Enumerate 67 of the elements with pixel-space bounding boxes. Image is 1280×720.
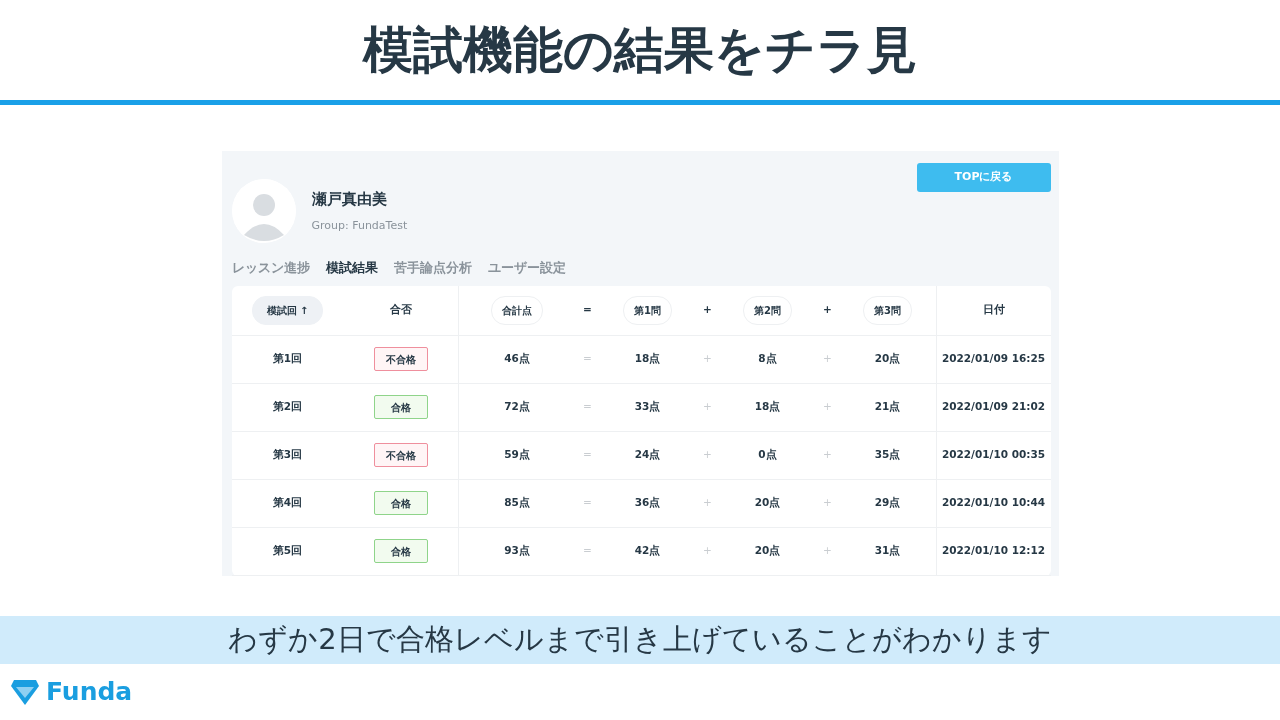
brand-name: Funda: [46, 676, 133, 709]
table-cell-text: 31点: [874, 543, 901, 559]
operator-sign: +: [823, 351, 832, 367]
operator-sign: =: [583, 351, 592, 367]
operator-sign: =: [583, 495, 592, 511]
operator-sign: +: [703, 399, 712, 415]
table-cell-text: 21点: [874, 399, 901, 415]
table-cell-text: 第1回: [272, 351, 303, 367]
table-cell-text: 85点: [504, 495, 530, 511]
table-cell-text: 20点: [874, 351, 901, 367]
diamond-logo-icon: [10, 678, 40, 706]
column-header: 合否: [389, 302, 412, 318]
sort-header[interactable]: 第2問: [743, 295, 792, 325]
sort-header[interactable]: 模試回 ↑: [251, 295, 324, 325]
table-cell-text: 59点: [504, 447, 530, 463]
table-cell-text: 46点: [504, 351, 530, 367]
table-cell-text: 2022/01/10 00:35: [941, 447, 1046, 463]
table-cell-text: 0点: [758, 447, 777, 463]
operator-sign: +: [703, 495, 712, 511]
operator-sign: +: [823, 399, 832, 415]
tab[interactable]: 模試結果: [325, 259, 378, 278]
column-header: 日付: [982, 302, 1005, 318]
result-tag: 合格: [373, 539, 428, 564]
sort-header[interactable]: 第3問: [863, 295, 912, 325]
table-cell-text: 24点: [634, 447, 661, 463]
result-tag: 不合格: [373, 347, 428, 372]
operator-sign: +: [823, 495, 832, 511]
sort-header[interactable]: 第1問: [623, 295, 672, 325]
operator-sign: +: [703, 543, 712, 559]
operator-sign: +: [823, 447, 832, 463]
table-cell-text: 20点: [754, 495, 781, 511]
operator-sign: =: [583, 399, 592, 415]
table-cell-text: 42点: [634, 543, 661, 559]
group-label: Group: FundaTest: [311, 218, 408, 234]
caption: わずか2日で合格レベルまで引き上げていることがわかります: [0, 616, 1280, 664]
table-cell-text: 第2回: [272, 399, 303, 415]
table-cell-text: 35点: [874, 447, 901, 463]
operator-sign: =: [583, 543, 592, 559]
table-cell-text: 20点: [754, 543, 781, 559]
table-cell-text: 2022/01/10 12:12: [941, 543, 1046, 559]
table-cell-text: 第4回: [272, 495, 303, 511]
result-tag: 不合格: [373, 443, 428, 468]
operator-header: +: [823, 302, 832, 318]
operator-header: +: [703, 302, 712, 318]
result-tag: 合格: [373, 395, 428, 420]
operator-sign: =: [583, 447, 592, 463]
operator-header: =: [583, 302, 592, 318]
sort-header[interactable]: 合計点: [491, 295, 543, 325]
table-cell-text: 第5回: [272, 543, 303, 559]
table-cell-text: 72点: [504, 399, 530, 415]
table-cell-text: 2022/01/09 21:02: [941, 399, 1046, 415]
table-cell-text: 18点: [634, 351, 661, 367]
table-cell-text: 第3回: [272, 447, 303, 463]
table-cell-text: 93点: [504, 543, 530, 559]
user-name: 瀬戸真由美: [311, 188, 388, 210]
table-cell-text: 2022/01/10 10:44: [941, 495, 1046, 511]
table-cell-text: 18点: [754, 399, 781, 415]
result-tag: 合格: [373, 491, 428, 516]
table-cell-text: 33点: [634, 399, 661, 415]
table-cell-text: 2022/01/09 16:25: [941, 351, 1046, 367]
table-cell-text: 36点: [634, 495, 661, 511]
operator-sign: +: [703, 351, 712, 367]
operator-sign: +: [703, 447, 712, 463]
table-cell-text: 29点: [874, 495, 901, 511]
slide-title: 模試機能の結果をチラ見: [361, 19, 918, 81]
operator-sign: +: [823, 543, 832, 559]
table-cell-text: 8点: [758, 351, 777, 367]
